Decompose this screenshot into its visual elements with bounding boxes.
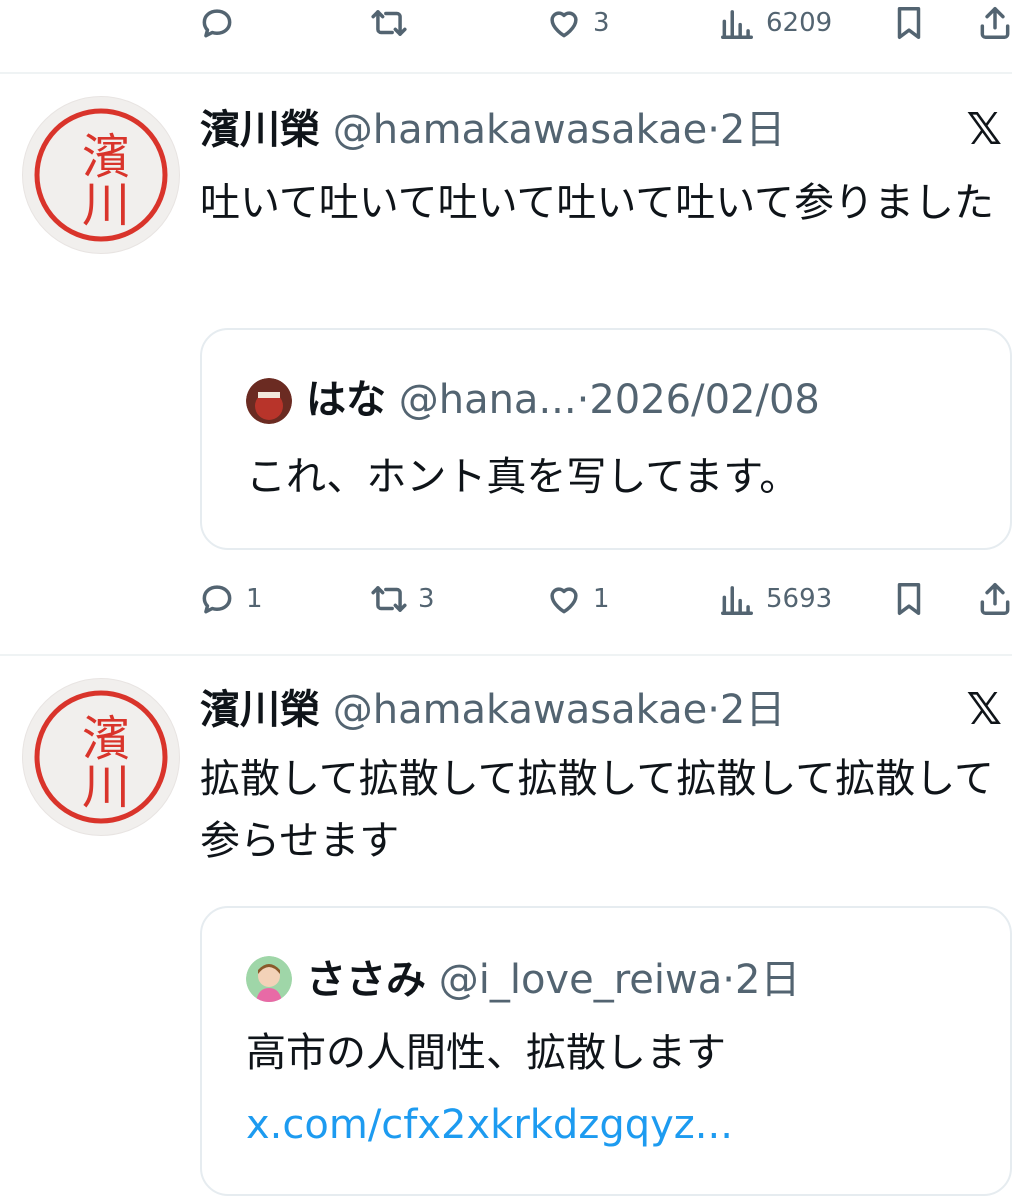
views-icon xyxy=(718,580,756,618)
tweet-action-bar: 1 3 1 5693 xyxy=(0,580,1012,640)
retweet-button[interactable] xyxy=(370,4,408,42)
quote-avatar xyxy=(246,956,292,1002)
bookmark-icon xyxy=(890,4,928,42)
separator-dot: · xyxy=(722,957,735,1003)
views-icon xyxy=(718,4,756,42)
x-logo-icon: 𝕏 xyxy=(966,104,1002,155)
quoted-tweet[interactable]: はな @hana...·2026/02/08 これ、ホント真を写してます。 xyxy=(200,328,1012,550)
quote-user-handle: @hana... xyxy=(398,377,577,423)
avatar[interactable]: 濱川 xyxy=(22,678,180,836)
avatar-stamp-text: 濱川 xyxy=(73,131,129,227)
share-icon xyxy=(976,4,1012,42)
top-action-bar: 3 6209 xyxy=(0,0,1012,60)
reply-icon xyxy=(198,580,236,618)
quote-avatar xyxy=(246,378,292,424)
quote-date: 2026/02/08 xyxy=(589,377,820,423)
tweet-header: 濱川榮 @hamakawasakae·2日 xyxy=(200,106,785,154)
hanko-stamp-icon: 濱川 xyxy=(34,690,168,824)
reply-icon xyxy=(198,4,236,42)
views-button[interactable]: 6209 xyxy=(718,4,832,42)
user-handle[interactable]: @hamakawasakae xyxy=(333,107,707,153)
tweet-text: 吐いて吐いて吐いて吐いて吐いて参りました xyxy=(200,180,994,226)
retweet-button[interactable]: 3 xyxy=(370,580,435,618)
quote-date: 2日 xyxy=(734,957,801,1003)
avatar-stamp-text: 濱川 xyxy=(73,713,129,809)
quote-user-handle: @i_love_reiwa xyxy=(438,957,723,1003)
display-name[interactable]: 濱川榮 xyxy=(200,687,320,733)
heart-icon xyxy=(545,580,583,618)
share-button[interactable] xyxy=(976,4,1012,42)
retweet-icon xyxy=(370,4,408,42)
heart-icon xyxy=(545,4,583,42)
reply-count: 1 xyxy=(246,584,263,614)
share-button[interactable] xyxy=(976,580,1012,618)
share-icon xyxy=(976,580,1012,618)
display-name[interactable]: 濱川榮 xyxy=(200,107,320,153)
tweet-time[interactable]: 2日 xyxy=(720,687,785,733)
retweet-count: 3 xyxy=(418,584,435,614)
divider xyxy=(0,72,1012,74)
tweet-text: 拡散して拡散して拡散して拡散して拡散して参らせます xyxy=(200,756,994,864)
separator-dot: · xyxy=(707,687,720,733)
quote-display-name: はな xyxy=(306,377,386,423)
tweet-time[interactable]: 2日 xyxy=(720,107,785,153)
reply-button[interactable] xyxy=(198,4,236,42)
reply-button[interactable]: 1 xyxy=(198,580,263,618)
quote-header: はな @hana...·2026/02/08 xyxy=(306,376,820,424)
quote-text: 高市の人間性、拡散します xyxy=(246,1030,726,1076)
bookmark-icon xyxy=(890,580,928,618)
tweet-header: 濱川榮 @hamakawasakae·2日 xyxy=(200,686,785,734)
quoted-tweet[interactable]: ささみ @i_love_reiwa·2日 高市の人間性、拡散します x.com/… xyxy=(200,906,1012,1196)
separator-dot: · xyxy=(576,377,590,423)
x-logo-icon: 𝕏 xyxy=(966,684,1002,735)
like-button[interactable]: 3 xyxy=(545,4,610,42)
like-count: 3 xyxy=(593,8,610,38)
view-count: 5693 xyxy=(766,584,833,614)
quote-header: ささみ @i_love_reiwa·2日 xyxy=(306,956,800,1004)
retweet-icon xyxy=(370,580,408,618)
view-count: 6209 xyxy=(766,8,833,38)
quote-link[interactable]: x.com/cfx2xkrkdzgqyz... xyxy=(246,1100,733,1150)
hanko-stamp-icon: 濱川 xyxy=(34,108,168,242)
bookmark-button[interactable] xyxy=(890,580,928,618)
separator-dot: · xyxy=(707,107,720,153)
views-button[interactable]: 5693 xyxy=(718,580,832,618)
like-button[interactable]: 1 xyxy=(545,580,610,618)
divider xyxy=(0,654,1012,656)
bookmark-button[interactable] xyxy=(890,4,928,42)
user-handle[interactable]: @hamakawasakae xyxy=(333,687,707,733)
quote-text: これ、ホント真を写してます。 xyxy=(246,454,800,500)
avatar[interactable]: 濱川 xyxy=(22,96,180,254)
like-count: 1 xyxy=(593,584,610,614)
quote-display-name: ささみ xyxy=(306,957,426,1003)
